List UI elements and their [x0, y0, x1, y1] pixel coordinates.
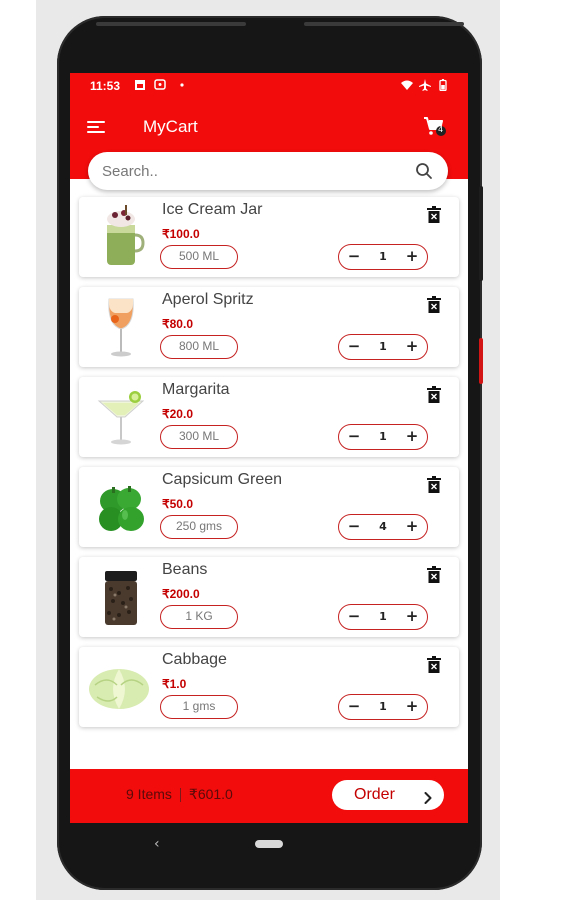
product-size-badge: 1 KG — [160, 605, 238, 629]
product-name: Ice Cream Jar — [162, 201, 263, 218]
items-count: 9 Items — [126, 786, 172, 802]
product-name: Cabbage — [162, 651, 227, 668]
top-bezel-line — [96, 22, 246, 26]
search-icon[interactable] — [415, 162, 433, 180]
home-pill-icon[interactable] — [255, 840, 283, 848]
cart-item-card: Cabbage ₹1.0 1 gms − 1 + — [79, 647, 459, 727]
margarita-image — [95, 385, 147, 449]
chevron-right-icon — [424, 789, 432, 804]
capsicum-image — [95, 475, 147, 539]
product-price: ₹80.0 — [162, 317, 193, 331]
product-size-badge: 300 ML — [160, 425, 238, 449]
quantity-stepper: − 1 + — [338, 424, 428, 450]
quantity-value: 4 — [379, 520, 387, 533]
back-icon[interactable]: ‹ — [154, 836, 160, 852]
increase-button[interactable]: + — [401, 515, 423, 538]
quantity-stepper: − 1 + — [338, 604, 428, 630]
cart-total: ₹601.0 — [188, 786, 233, 802]
product-price: ₹100.0 — [162, 227, 200, 241]
increase-button[interactable]: + — [401, 245, 423, 268]
top-bezel-line — [304, 22, 464, 26]
cart-badge: 4 — [438, 125, 444, 134]
quantity-value: 1 — [379, 610, 387, 623]
search-input[interactable] — [102, 152, 402, 190]
product-price: ₹200.0 — [162, 587, 200, 601]
beans-jar-image — [95, 565, 147, 629]
cart-icon[interactable]: 4 — [422, 115, 448, 139]
cart-summary: 9 Items ₹601.0 — [126, 786, 233, 803]
delete-icon[interactable] — [427, 386, 441, 403]
checkout-bar: 9 Items ₹601.0 Order — [70, 769, 468, 823]
search-bar — [88, 152, 448, 190]
delete-icon[interactable] — [427, 476, 441, 493]
cart-item-card: Capsicum Green ₹50.0 250 gms − 4 + — [79, 467, 459, 547]
product-size-badge: 800 ML — [160, 335, 238, 359]
product-name: Aperol Spritz — [162, 291, 254, 308]
product-price: ₹50.0 — [162, 497, 193, 511]
order-button[interactable]: Order — [332, 780, 444, 810]
ice-cream-jar-image — [95, 205, 147, 269]
cart-item-card: Ice Cream Jar ₹100.0 500 ML − 1 + — [79, 197, 459, 277]
increase-button[interactable]: + — [401, 425, 423, 448]
airplane-icon — [419, 79, 431, 91]
decrease-button[interactable]: − — [343, 425, 365, 448]
cart-item-card: Aperol Spritz ₹80.0 800 ML − 1 + — [79, 287, 459, 367]
decrease-button[interactable]: − — [343, 605, 365, 628]
product-name: Capsicum Green — [162, 471, 283, 488]
decrease-button[interactable]: − — [343, 695, 365, 718]
order-button-label: Order — [354, 786, 395, 803]
menu-icon[interactable] — [87, 121, 105, 135]
quantity-value: 1 — [379, 250, 387, 263]
product-name: Beans — [162, 561, 208, 578]
delete-icon[interactable] — [427, 296, 441, 313]
quantity-stepper: − 1 + — [338, 334, 428, 360]
quantity-value: 1 — [379, 430, 387, 443]
delete-icon[interactable] — [427, 206, 441, 223]
product-size-badge: 250 gms — [160, 515, 238, 539]
summary-divider — [179, 788, 181, 803]
volume-button — [479, 186, 483, 281]
photo-icon — [134, 79, 146, 91]
page-title: MyCart — [143, 117, 198, 136]
wifi-icon — [401, 79, 413, 91]
delete-icon[interactable] — [427, 656, 441, 673]
aperol-spritz-image — [95, 295, 147, 359]
product-price: ₹1.0 — [162, 677, 187, 691]
status-time: 11:53 — [90, 79, 121, 93]
decrease-button[interactable]: − — [343, 245, 365, 268]
increase-button[interactable]: + — [401, 695, 423, 718]
notification-dot-icon — [176, 79, 188, 91]
decrease-button[interactable]: − — [343, 335, 365, 358]
quantity-value: 1 — [379, 340, 387, 353]
quantity-value: 1 — [379, 700, 387, 713]
product-size-badge: 500 ML — [160, 245, 238, 269]
increase-button[interactable]: + — [401, 335, 423, 358]
decrease-button[interactable]: − — [343, 515, 365, 538]
power-button — [479, 338, 483, 384]
status-bar: 11:53 — [70, 73, 468, 99]
quantity-stepper: − 1 + — [338, 244, 428, 270]
system-nav-bar: ‹ — [70, 823, 468, 863]
page-background — [0, 0, 36, 900]
cart-list: Ice Cream Jar ₹100.0 500 ML − 1 + Aperol… — [79, 197, 459, 737]
product-price: ₹20.0 — [162, 407, 193, 421]
product-name: Margarita — [162, 381, 230, 398]
quantity-stepper: − 1 + — [338, 694, 428, 720]
cart-item-card: Beans ₹200.0 1 KG − 1 + — [79, 557, 459, 637]
cabbage-image — [87, 655, 151, 719]
product-size-badge: 1 gms — [160, 695, 238, 719]
cart-item-card: Margarita ₹20.0 300 ML − 1 + — [79, 377, 459, 457]
quantity-stepper: − 4 + — [338, 514, 428, 540]
chat-icon — [154, 79, 166, 91]
delete-icon[interactable] — [427, 566, 441, 583]
increase-button[interactable]: + — [401, 605, 423, 628]
app-screen: 11:53 MyCart 4 Search.. Ice Cream Jar ₹1… — [70, 73, 468, 823]
battery-icon — [437, 79, 449, 92]
